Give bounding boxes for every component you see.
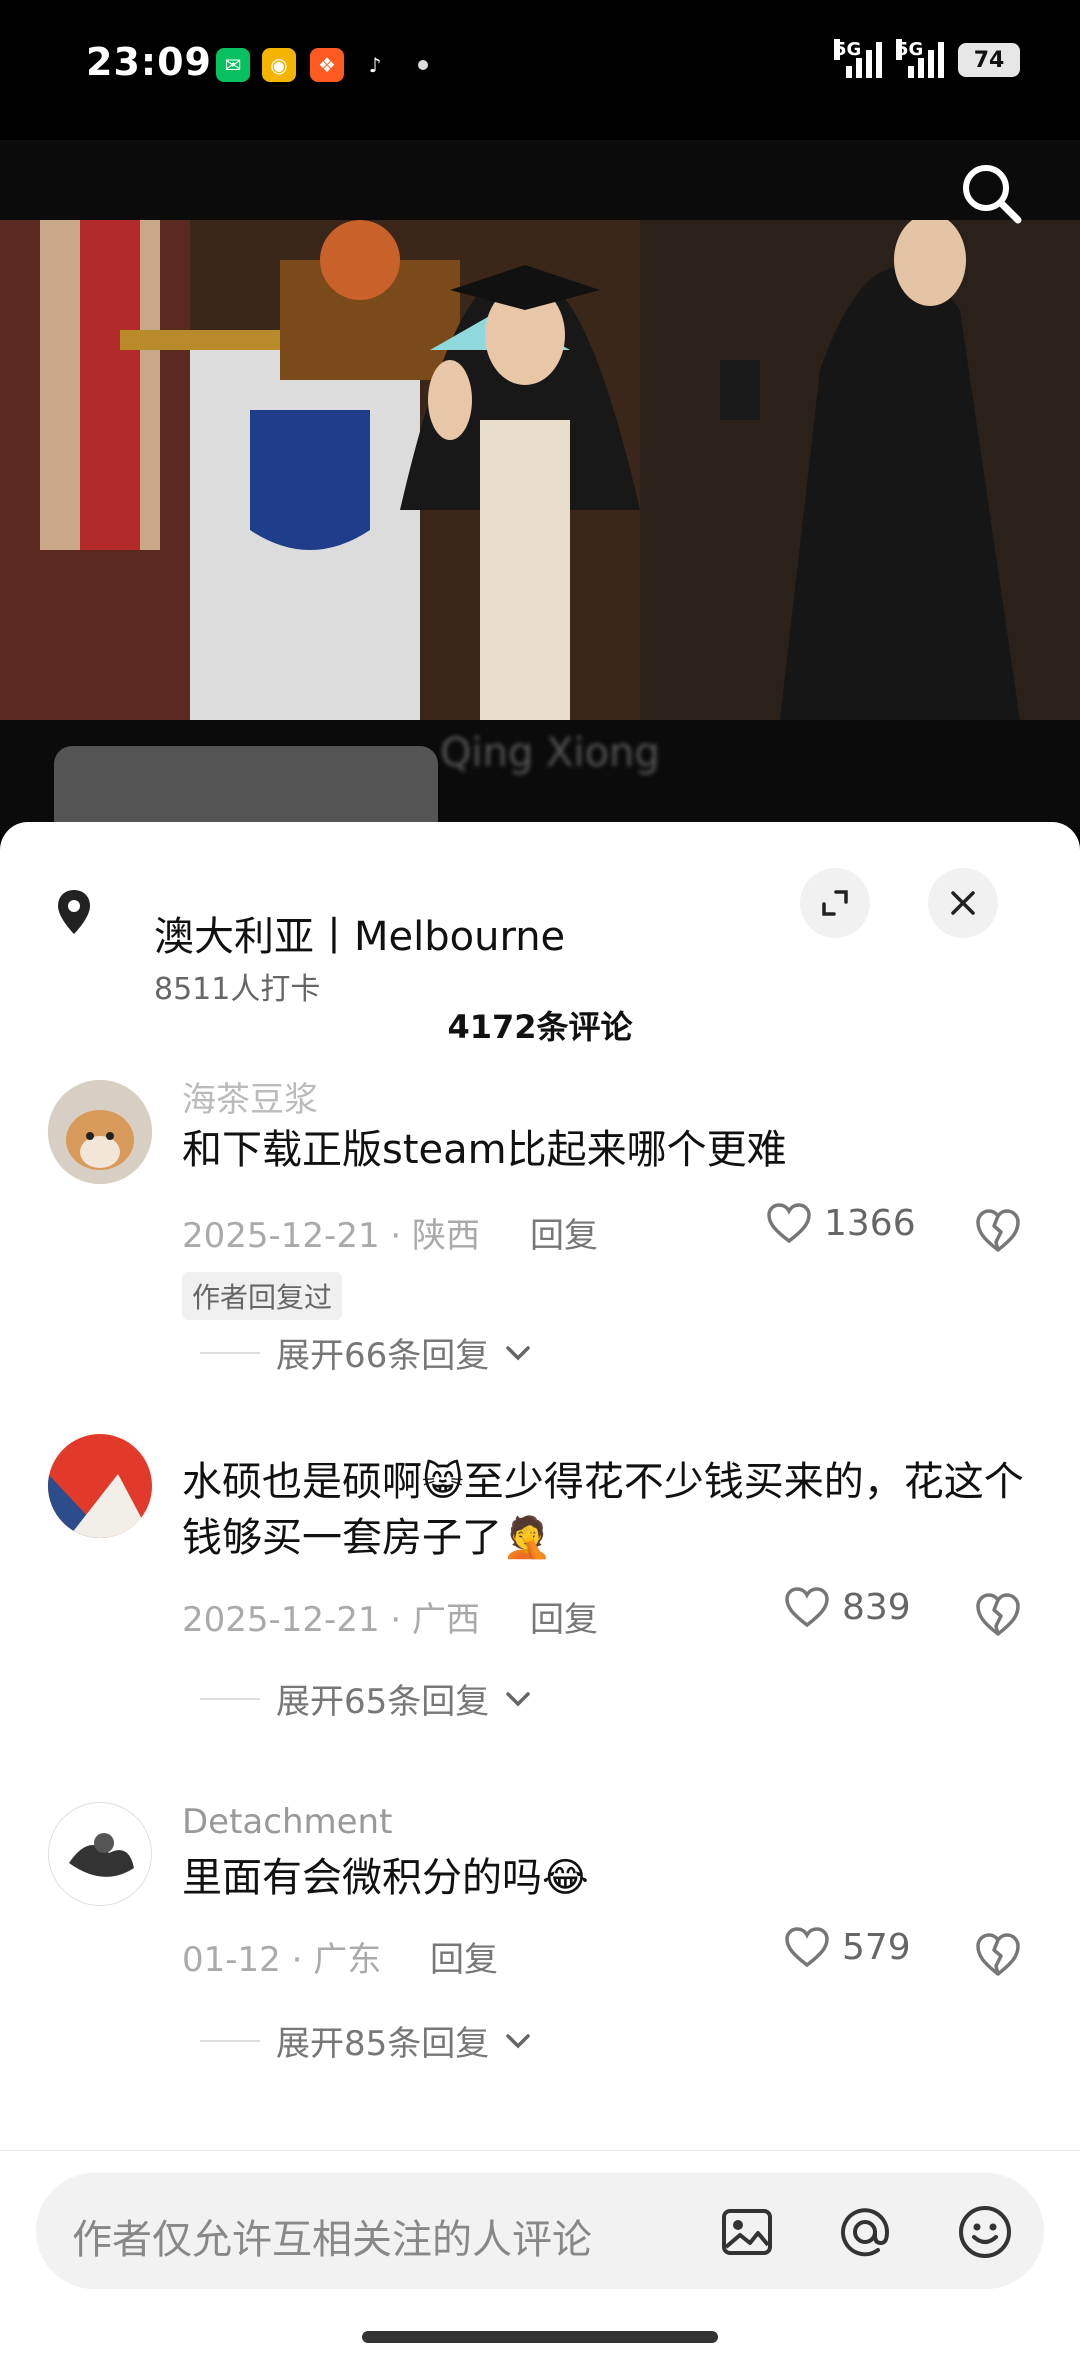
video-caption: Qing Xiong — [440, 730, 660, 776]
reply-button[interactable]: 回复 — [530, 1592, 598, 1641]
heart-icon — [785, 1587, 829, 1628]
broken-heart-icon[interactable] — [974, 1930, 1022, 1978]
heart-icon — [785, 1927, 829, 1968]
divider-line — [200, 1697, 260, 1700]
comment-text: 水硕也是硕啊😸至少得花不少钱买来的，花这个钱够买一套房子了🤦 — [182, 1459, 1024, 1561]
video-player[interactable]: Qing Xiong — [0, 140, 1080, 830]
expand-replies[interactable]: 展开85条回复 — [200, 2016, 531, 2065]
comment-count: 4172条评论 — [447, 1008, 633, 1046]
reply-button[interactable]: 回复 — [430, 1932, 498, 1981]
avatar[interactable] — [48, 1080, 152, 1184]
comment-username[interactable]: 海茶豆浆 — [182, 1072, 318, 1121]
like-count: 1366 — [824, 1202, 916, 1244]
chevron-down-icon — [506, 1691, 531, 1706]
colorful-avatar-image — [48, 1434, 152, 1538]
comment-meta: 01-12 · 广东 — [182, 1940, 382, 1980]
location-title: 澳大利亚丨Melbourne — [154, 914, 566, 960]
like-count: 579 — [842, 1926, 911, 1968]
sketch-avatar-image — [49, 1803, 151, 1905]
location-card[interactable]: 澳大利亚丨Melbourne 8511人打卡 — [46, 862, 1036, 1007]
signal-icon: 5G — [834, 39, 882, 78]
emoji-icon[interactable] — [956, 2203, 1014, 2261]
heart-icon — [767, 1203, 811, 1244]
network-type-2: 5G — [896, 39, 924, 60]
status-bar: 23:09 ✉ ◉ ❖ ♪ 5G 5G 74 — [0, 0, 1080, 140]
expand-replies[interactable]: 展开66条回复 — [200, 1328, 531, 1377]
location-pin-icon — [58, 890, 90, 934]
expand-replies-label: 展开65条回复 — [276, 1682, 490, 1722]
expand-replies-label: 展开66条回复 — [276, 1336, 490, 1376]
status-right: 5G 5G 74 — [834, 39, 1020, 78]
like-count: 839 — [842, 1586, 911, 1628]
comment-text: 里面有会微积分的吗😂 — [182, 1855, 589, 1901]
wechat-icon: ✉ — [216, 48, 250, 82]
close-icon — [951, 891, 975, 915]
more-notifications-icon — [418, 60, 428, 70]
comment-text: 和下载正版steam比起来哪个更难 — [182, 1127, 787, 1173]
battery-icon: 74 — [958, 43, 1020, 77]
image-icon[interactable] — [718, 2203, 776, 2261]
signal-icon-2: 5G — [896, 39, 944, 78]
like-button[interactable]: 579 — [784, 1926, 911, 1968]
weibo-icon: ◉ — [262, 48, 296, 82]
divider-line — [200, 2039, 260, 2042]
expand-replies-label: 展开85条回复 — [276, 2024, 490, 2064]
comment-username[interactable]: Detachment — [182, 1802, 392, 1842]
broken-heart-icon[interactable] — [974, 1590, 1022, 1638]
expand-replies[interactable]: 展开65条回复 — [200, 1674, 531, 1723]
home-indicator[interactable] — [362, 2331, 718, 2343]
network-type: 5G — [834, 39, 862, 60]
expand-icon — [822, 890, 848, 916]
avatar[interactable] — [48, 1802, 152, 1906]
author-replied-badge: 作者回复过 — [182, 1272, 343, 1320]
status-time: 23:09 — [86, 40, 212, 84]
broken-heart-icon[interactable] — [974, 1206, 1022, 1254]
close-button[interactable] — [928, 868, 998, 938]
chevron-down-icon — [506, 1345, 531, 1360]
tiktok-icon: ♪ — [358, 48, 392, 82]
app-notify-icon: ❖ — [310, 48, 344, 82]
avatar[interactable] — [48, 1434, 152, 1538]
comment-meta: 2025-12-21 · 陕西 — [182, 1216, 481, 1256]
comment-sheet: 澳大利亚丨Melbourne 8511人打卡 4172条评论 海茶豆浆 和下载正… — [0, 822, 1080, 2362]
mention-icon[interactable] — [836, 2203, 894, 2261]
like-button[interactable]: 839 — [784, 1586, 911, 1628]
search-icon[interactable] — [956, 158, 1026, 228]
graduation-scene-image — [0, 214, 1080, 720]
expand-button[interactable] — [800, 868, 870, 938]
reply-button[interactable]: 回复 — [530, 1208, 598, 1257]
comment-meta: 2025-12-21 · 广西 — [182, 1600, 481, 1640]
comment-input-bar: 作者仅允许互相关注的人评论 — [0, 2150, 1080, 2362]
comment-input-placeholder: 作者仅允许互相关注的人评论 — [72, 2217, 592, 2263]
chevron-down-icon — [506, 2033, 531, 2048]
shiba-avatar-image — [48, 1080, 152, 1184]
comment-input[interactable]: 作者仅允许互相关注的人评论 — [36, 2173, 1044, 2289]
divider-line — [200, 1351, 260, 1354]
video-frame — [0, 214, 1080, 720]
like-button[interactable]: 1366 — [766, 1202, 916, 1244]
